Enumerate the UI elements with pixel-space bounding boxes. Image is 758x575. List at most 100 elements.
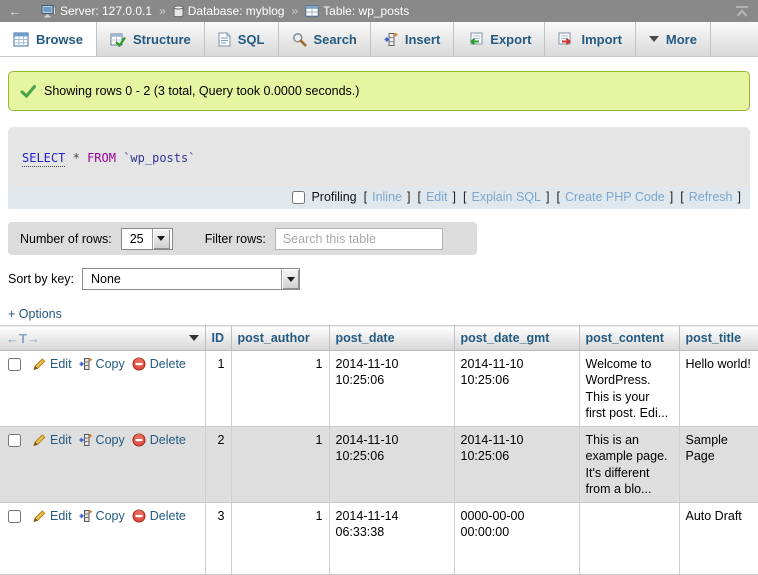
rows-per-page-select[interactable]: 25 bbox=[121, 228, 173, 250]
edit-label[interactable]: Edit bbox=[50, 508, 72, 524]
bracket: ] bbox=[453, 190, 456, 204]
chevron-down-icon[interactable] bbox=[152, 229, 170, 249]
tab-browse[interactable]: Browse bbox=[0, 22, 97, 56]
breadcrumb-separator: » bbox=[291, 4, 298, 18]
bracket: [ bbox=[463, 190, 466, 204]
bracket: ] bbox=[407, 190, 410, 204]
tab-more-label[interactable]: More bbox=[666, 32, 697, 47]
delete-label[interactable]: Delete bbox=[150, 356, 186, 372]
bracket: [ bbox=[417, 190, 420, 204]
copy-icon bbox=[79, 357, 92, 371]
copy-label[interactable]: Copy bbox=[96, 356, 125, 372]
column-header-post-date-gmt[interactable]: post_date_gmt bbox=[454, 326, 579, 351]
breadcrumb-table-label[interactable]: Table: wp_posts bbox=[323, 4, 409, 18]
tab-sql-label[interactable]: SQL bbox=[238, 32, 265, 47]
explain-sql-link[interactable]: Explain SQL bbox=[471, 190, 540, 204]
tab-sql[interactable]: SQL bbox=[205, 22, 279, 56]
tab-browse-label[interactable]: Browse bbox=[36, 32, 83, 47]
breadcrumb-separator: » bbox=[159, 4, 166, 18]
profiling-checkbox[interactable] bbox=[292, 191, 305, 204]
tab-import-label[interactable]: Import bbox=[581, 32, 621, 47]
table-filter-input[interactable] bbox=[275, 228, 443, 250]
tab-insert[interactable]: Insert bbox=[371, 22, 454, 56]
refresh-link[interactable]: Refresh bbox=[689, 190, 733, 204]
table-row: Edit Copy Delete bbox=[0, 351, 758, 427]
copy-row-link[interactable]: Copy bbox=[79, 356, 125, 372]
row-select-checkbox[interactable] bbox=[8, 358, 21, 371]
column-header-post-author[interactable]: post_author bbox=[231, 326, 329, 351]
options-toggle-link[interactable]: + Options bbox=[8, 307, 62, 321]
column-visibility-icon[interactable]: ←T→ bbox=[6, 331, 40, 346]
row-select-checkbox[interactable] bbox=[8, 510, 21, 523]
collapse-top-icon[interactable] bbox=[734, 5, 750, 18]
rows-per-page-value: 25 bbox=[122, 229, 152, 249]
delete-row-link[interactable]: Delete bbox=[132, 432, 186, 448]
copy-row-link[interactable]: Copy bbox=[79, 432, 125, 448]
breadcrumb-database[interactable]: Database: myblog bbox=[173, 4, 285, 18]
query-status-message: Showing rows 0 - 2 (3 total, Query took … bbox=[8, 71, 750, 111]
copy-row-link[interactable]: Copy bbox=[79, 508, 125, 524]
sort-by-key-select[interactable]: None bbox=[82, 268, 300, 290]
nav-panel-toggle-icon[interactable]: ← bbox=[8, 3, 22, 19]
tab-export-label[interactable]: Export bbox=[490, 32, 531, 47]
delete-label[interactable]: Delete bbox=[150, 432, 186, 448]
edit-query-link[interactable]: Edit bbox=[426, 190, 448, 204]
cell-post-title: Auto Draft bbox=[679, 503, 758, 575]
bracket: [ bbox=[364, 190, 367, 204]
header-actions-cell: ←T→ bbox=[0, 326, 205, 351]
server-icon bbox=[41, 4, 56, 18]
column-header-post-date[interactable]: post_date bbox=[329, 326, 454, 351]
sql-operator: * bbox=[73, 151, 80, 165]
delete-icon bbox=[132, 357, 146, 371]
delete-row-link[interactable]: Delete bbox=[132, 508, 186, 524]
inline-link[interactable]: Inline bbox=[372, 190, 402, 204]
tab-search-label[interactable]: Search bbox=[314, 32, 357, 47]
breadcrumb-table[interactable]: Table: wp_posts bbox=[305, 4, 409, 18]
cell-post-author: 1 bbox=[231, 351, 329, 427]
results-header-row: ←T→ ID post_author post_date post_date_g… bbox=[0, 326, 758, 351]
tab-search[interactable]: Search bbox=[279, 22, 371, 56]
edit-row-link[interactable]: Edit bbox=[32, 356, 72, 372]
delete-row-link[interactable]: Delete bbox=[132, 356, 186, 372]
column-header-post-title[interactable]: post_title bbox=[679, 326, 758, 351]
tab-structure-label[interactable]: Structure bbox=[133, 32, 191, 47]
profiling-label: Profiling bbox=[311, 190, 356, 204]
search-icon bbox=[292, 32, 307, 47]
tab-export[interactable]: Export bbox=[454, 22, 545, 56]
status-text: Showing rows 0 - 2 (3 total, Query took … bbox=[44, 84, 359, 98]
bracket: [ bbox=[556, 190, 559, 204]
edit-label[interactable]: Edit bbox=[50, 356, 72, 372]
column-header-id[interactable]: ID bbox=[205, 326, 231, 351]
table-tab-bar: Browse Structure SQL Search Insert Expor… bbox=[0, 22, 758, 57]
sort-by-key-value: None bbox=[83, 269, 129, 289]
tab-import[interactable]: Import bbox=[545, 22, 635, 56]
sql-keyword-select[interactable]: SELECT bbox=[22, 151, 65, 167]
sort-by-key-label: Sort by key: bbox=[8, 272, 74, 286]
tab-more[interactable]: More bbox=[636, 22, 711, 56]
bracket: ] bbox=[546, 190, 549, 204]
tab-insert-label[interactable]: Insert bbox=[405, 32, 440, 47]
breadcrumb-database-label[interactable]: Database: myblog bbox=[188, 4, 285, 18]
cell-post-date-gmt: 0000-00-00 00:00:00 bbox=[454, 503, 579, 575]
edit-row-link[interactable]: Edit bbox=[32, 508, 72, 524]
chevron-down-icon[interactable] bbox=[281, 269, 299, 289]
header-options-icon[interactable] bbox=[189, 335, 199, 341]
edit-label[interactable]: Edit bbox=[50, 432, 72, 448]
copy-label[interactable]: Copy bbox=[96, 508, 125, 524]
column-header-post-content[interactable]: post_content bbox=[579, 326, 679, 351]
filter-rows-label: Filter rows: bbox=[205, 232, 266, 246]
success-check-icon bbox=[20, 84, 36, 98]
pencil-icon bbox=[32, 509, 46, 523]
cell-id: 1 bbox=[205, 351, 231, 427]
cell-post-author: 1 bbox=[231, 503, 329, 575]
breadcrumb-server[interactable]: Server: 127.0.0.1 bbox=[41, 4, 152, 18]
sql-keyword-from: FROM bbox=[87, 151, 116, 165]
create-php-code-link[interactable]: Create PHP Code bbox=[565, 190, 665, 204]
results-table: ←T→ ID post_author post_date post_date_g… bbox=[0, 325, 758, 575]
copy-label[interactable]: Copy bbox=[96, 432, 125, 448]
row-select-checkbox[interactable] bbox=[8, 434, 21, 447]
breadcrumb-server-label[interactable]: Server: 127.0.0.1 bbox=[60, 4, 152, 18]
edit-row-link[interactable]: Edit bbox=[32, 432, 72, 448]
tab-structure[interactable]: Structure bbox=[97, 22, 205, 56]
delete-label[interactable]: Delete bbox=[150, 508, 186, 524]
